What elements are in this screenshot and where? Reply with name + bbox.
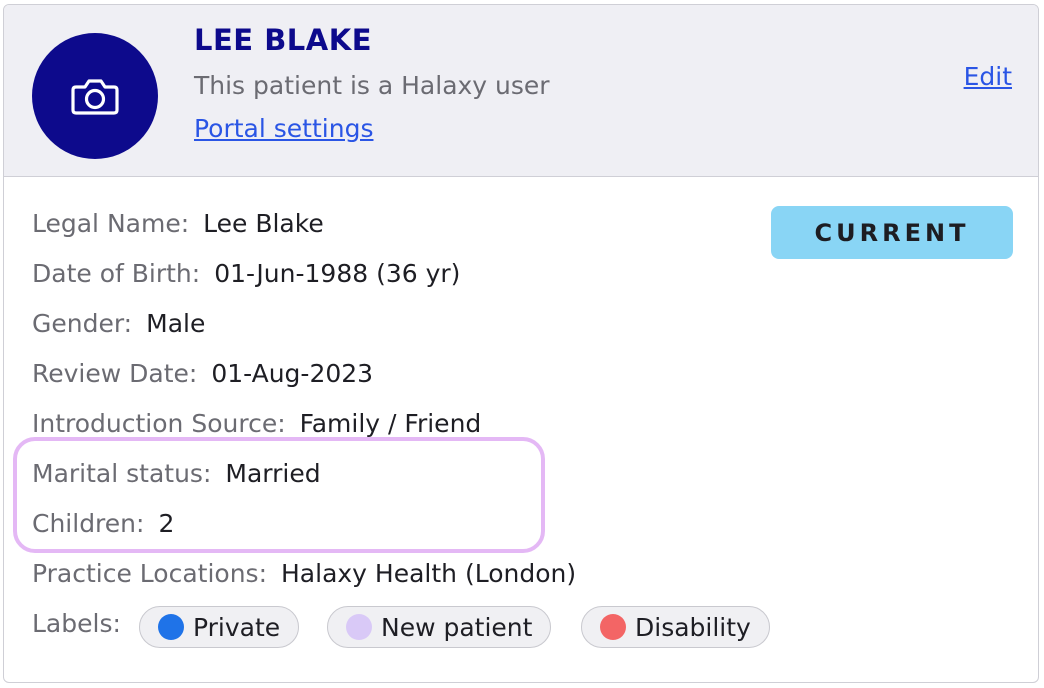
field-value: 01-Jun-1988 (36 yr) (214, 259, 461, 288)
field-value: Male (146, 309, 206, 338)
patient-header: LEE BLAKE This patient is a Halaxy user … (4, 5, 1038, 177)
camera-icon (71, 79, 119, 115)
field-label: Date of Birth: (32, 259, 201, 288)
field-label: Legal Name: (32, 209, 190, 238)
halaxy-user-text: This patient is a Halaxy user (194, 71, 550, 100)
field-marital-status: Marital status: Married (32, 459, 321, 489)
edit-link[interactable]: Edit (964, 62, 1012, 91)
labels-title: Labels: (32, 609, 135, 639)
labels-label: Labels: (32, 609, 121, 638)
field-label: Gender: (32, 309, 133, 338)
field-value: 01-Aug-2023 (211, 359, 374, 388)
status-badge: CURRENT (771, 206, 1013, 259)
label-chip-private[interactable]: Private (139, 606, 300, 648)
field-value: 2 (158, 509, 175, 538)
field-introduction-source: Introduction Source: Family / Friend (32, 409, 481, 439)
label-chip-disability[interactable]: Disability (581, 606, 770, 648)
field-value: Married (225, 459, 321, 488)
private-dot-icon (158, 614, 184, 640)
field-label: Practice Locations: (32, 559, 267, 588)
field-legal-name: Legal Name: Lee Blake (32, 209, 324, 239)
portal-settings-link[interactable]: Portal settings (194, 114, 373, 143)
field-children: Children: 2 (32, 509, 174, 539)
chip-text: Private (193, 612, 281, 642)
field-practice-locations: Practice Locations: Halaxy Health (London… (32, 559, 576, 589)
avatar[interactable] (32, 33, 158, 159)
field-date-of-birth: Date of Birth: 01-Jun-1988 (36 yr) (32, 259, 460, 289)
disability-dot-icon (600, 614, 626, 640)
label-chip-new-patient[interactable]: New patient (327, 606, 552, 648)
field-value: Family / Friend (299, 409, 482, 438)
field-label: Marital status: (32, 459, 212, 488)
field-label: Children: (32, 509, 145, 538)
patient-card: LEE BLAKE This patient is a Halaxy user … (3, 4, 1039, 683)
field-value: Halaxy Health (London) (281, 559, 577, 588)
field-value: Lee Blake (203, 209, 324, 238)
chip-text: Disability (635, 612, 751, 642)
patient-name: LEE BLAKE (194, 23, 373, 57)
new-patient-dot-icon (346, 614, 372, 640)
chip-text: New patient (381, 612, 533, 642)
field-label: Review Date: (32, 359, 198, 388)
field-label: Introduction Source: (32, 409, 286, 438)
field-review-date: Review Date: 01-Aug-2023 (32, 359, 373, 389)
field-gender: Gender: Male (32, 309, 205, 339)
